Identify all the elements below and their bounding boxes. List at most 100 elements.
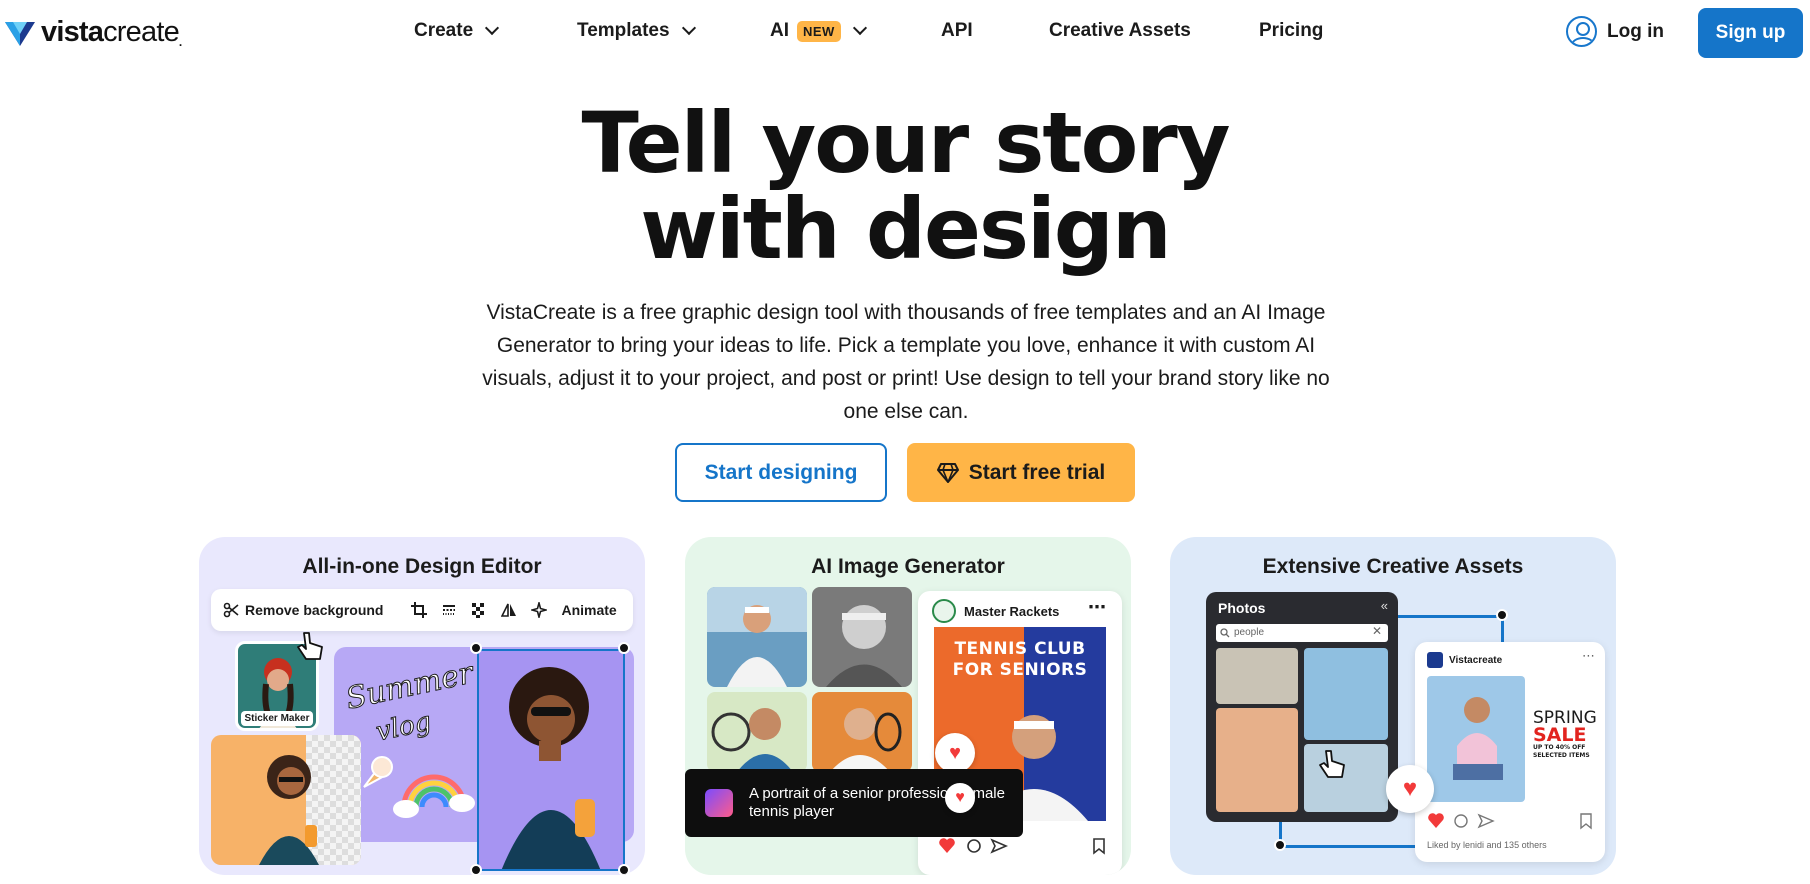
connector-line <box>1398 615 1502 618</box>
diamond-icon <box>936 462 959 483</box>
search-icon <box>1220 628 1230 638</box>
prompt-terminal-icon <box>705 789 733 817</box>
resize-handle[interactable] <box>470 864 482 875</box>
ig-post-actions <box>1428 813 1592 830</box>
post-header: Master Rackets <box>932 599 1059 623</box>
senior-tennis-player-image <box>707 587 807 687</box>
remove-background-label: Remove background <box>245 602 384 618</box>
chevron-down-icon <box>681 20 696 36</box>
vlog-sticker-text: vlog <box>373 707 433 748</box>
adjust-icon[interactable] <box>441 602 457 618</box>
clear-search-icon[interactable]: ✕ <box>1372 624 1382 638</box>
smiling-senior-player-image <box>711 708 793 772</box>
hand-pointer-icon <box>297 632 323 660</box>
feature-card-ai-image-generator[interactable]: AI Image Generator Master Rackets ⋯ TENN… <box>685 537 1131 875</box>
ai-prompt-text: A portrait of a senior professional male… <box>749 785 1005 820</box>
animate-tool[interactable]: Animate <box>561 602 616 618</box>
nav-pricing-label: Pricing <box>1259 20 1324 41</box>
nav-templates[interactable]: Templates <box>577 20 696 42</box>
man-sitting-image <box>1453 697 1503 780</box>
ig-account-name: Vistacreate <box>1449 654 1503 666</box>
poster-headline: TENNIS CLUB FOR SENIORS <box>934 639 1106 681</box>
hero-title-line2: with design <box>640 180 1171 278</box>
tennis-photo[interactable] <box>707 587 807 687</box>
resize-handle[interactable] <box>618 642 630 654</box>
tennis-photo[interactable] <box>707 692 807 772</box>
transparency-icon[interactable] <box>471 602 487 618</box>
resize-handle[interactable] <box>618 864 630 875</box>
nav-create-label: Create <box>414 20 474 41</box>
scissors-icon <box>223 602 239 618</box>
start-designing-button[interactable]: Start designing <box>675 443 887 502</box>
vistacreate-avatar-icon <box>1427 652 1443 668</box>
photos-search-input[interactable]: people <box>1216 624 1388 642</box>
connector-dot <box>1496 609 1508 621</box>
more-options-icon[interactable]: ⋯ <box>1088 597 1106 618</box>
summer-sticker-text: Summer <box>343 655 478 716</box>
magic-sparkle-icon[interactable] <box>531 602 548 618</box>
tennis-photo[interactable] <box>812 587 912 687</box>
new-badge: NEW <box>797 20 841 42</box>
user-icon <box>1566 16 1597 47</box>
editor-toolbar: Remove background Animate <box>211 589 633 631</box>
spring-sale-text: SPRING SALE UP TO 40% OFF SELECTED ITEMS <box>1533 710 1597 760</box>
nav-ai-label: AI <box>770 20 789 41</box>
feature-card-design-editor[interactable]: All-in-one Design Editor Remove backgrou… <box>199 537 645 875</box>
sale-line-2: SALE <box>1533 724 1587 746</box>
poster-line-2: FOR SENIORS <box>952 660 1088 680</box>
collapse-panel-icon[interactable]: « <box>1381 598 1388 613</box>
post-account-name: Master Rackets <box>964 603 1060 619</box>
top-nav: vistacreate. Create Templates AI NEW API… <box>0 0 1810 66</box>
ig-post-header: Vistacreate <box>1427 652 1502 668</box>
sticker-maker-label: Sticker Maker <box>241 711 313 726</box>
photos-panel: Photos « people ✕ <box>1206 592 1398 822</box>
woman-portrait-image <box>259 755 319 865</box>
nav-create[interactable]: Create <box>414 20 500 42</box>
feature-card-title: All-in-one Design Editor <box>302 555 542 578</box>
nav-creative-assets[interactable]: Creative Assets <box>1049 20 1191 42</box>
stock-photo-thumb[interactable] <box>1216 708 1298 812</box>
hero-title: Tell your story with design <box>0 100 1810 272</box>
chevron-down-icon <box>485 20 500 36</box>
hero-title-line1: Tell your story <box>581 94 1231 192</box>
stock-photo-thumb[interactable] <box>1216 648 1298 704</box>
nav-pricing[interactable]: Pricing <box>1259 20 1323 42</box>
start-free-trial-label: Start free trial <box>968 460 1106 484</box>
nav-templates-label: Templates <box>577 20 670 41</box>
flip-icon[interactable] <box>501 602 517 618</box>
poster-line-1: TENNIS CLUB <box>954 639 1086 659</box>
login-link[interactable]: Log in <box>1566 16 1664 47</box>
crop-icon[interactable] <box>411 602 428 618</box>
spring-sale-photo <box>1427 676 1525 802</box>
post-actions <box>939 838 1105 855</box>
senior-player-racket-image <box>830 708 902 772</box>
nav-api[interactable]: API <box>941 20 973 42</box>
vistacreate-logo-icon <box>5 21 35 46</box>
hand-pointer-icon <box>1319 750 1345 778</box>
feature-card-title: AI Image Generator <box>811 555 1005 578</box>
nav-api-label: API <box>941 20 973 41</box>
remove-background-tool[interactable]: Remove background <box>223 602 383 618</box>
selection-frame[interactable] <box>477 649 625 871</box>
stock-photo-thumb[interactable] <box>1304 648 1388 740</box>
feature-card-creative-assets[interactable]: Extensive Creative Assets Photos « peopl… <box>1170 537 1616 875</box>
sale-line-4: SELECTED ITEMS <box>1533 752 1590 759</box>
signup-button[interactable]: Sign up <box>1698 8 1803 58</box>
ig-liked-by: Liked by lenidi and 135 others <box>1427 840 1547 850</box>
more-options-icon[interactable]: ⋯ <box>1582 648 1595 664</box>
photos-search-value: people <box>1234 627 1265 638</box>
resize-handle[interactable] <box>470 642 482 654</box>
logo-wordmark: vistacreate. <box>41 16 182 49</box>
start-free-trial-button[interactable]: Start free trial <box>907 443 1135 502</box>
heart-reaction-icon: ♥ <box>1386 765 1434 813</box>
background-removal-preview <box>211 735 361 865</box>
nav-creative-assets-label: Creative Assets <box>1049 20 1191 41</box>
instagram-post-preview: Vistacreate ⋯ SPRING SALE UP TO 40% OFF … <box>1415 642 1605 862</box>
nav-ai[interactable]: AI NEW <box>770 20 867 42</box>
tennis-photo[interactable] <box>812 692 912 772</box>
vistacreate-logo[interactable]: vistacreate. <box>5 16 182 49</box>
heart-reaction-icon: ♥ <box>935 733 975 773</box>
animate-label: Animate <box>561 602 617 618</box>
hero-description: VistaCreate is a free graphic design too… <box>482 301 1330 423</box>
login-label: Log in <box>1607 20 1664 42</box>
